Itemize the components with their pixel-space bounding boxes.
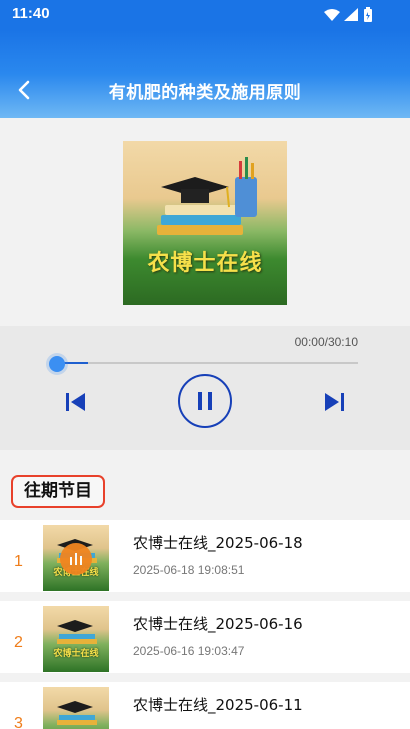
next-icon (325, 393, 344, 411)
previous-icon (66, 393, 85, 411)
episode-title: 农博士在线_2025-06-16 (133, 615, 303, 633)
signal-icon (344, 8, 358, 21)
equalizer-icon (70, 553, 82, 565)
status-time: 11:40 (12, 5, 50, 22)
episode-number: 2 (14, 634, 23, 651)
progress-track[interactable] (56, 362, 358, 364)
previous-button[interactable] (60, 386, 92, 418)
progress-thumb[interactable] (49, 356, 65, 372)
pause-button[interactable] (178, 374, 232, 428)
list-item[interactable]: 1 农博士在线 农博士在线_2025-06-18 2025-06-18 19:0… (0, 520, 410, 592)
cover-area: 农博士在线 (0, 118, 410, 326)
episode-title: 农博士在线_2025-06-11 (133, 696, 303, 714)
episode-thumbnail: 农博士在线 (43, 606, 109, 672)
episode-thumbnail: 农博士在线 (43, 525, 109, 591)
album-cover: 农博士在线 (123, 141, 287, 305)
episode-list: 往期节目 1 农博士在线 农博士在线_2025-06-18 2025-06-18… (0, 465, 410, 729)
time-display: 00:00/30:10 (294, 335, 358, 349)
wifi-icon (324, 9, 340, 21)
pause-icon (198, 392, 212, 410)
player: 00:00/30:10 (0, 326, 410, 450)
episode-title: 农博士在线_2025-06-18 (133, 534, 303, 552)
list-item[interactable]: 3 农博士在线_2025-06-11 (0, 682, 410, 729)
thumbnail-title: 农博士在线 (53, 649, 99, 659)
status-bar: 11:40 (0, 0, 410, 30)
battery-icon (364, 7, 372, 22)
episode-number: 1 (14, 553, 23, 570)
playing-badge (60, 543, 92, 575)
episode-date: 2025-06-16 19:03:47 (133, 644, 245, 658)
page-title: 有机肥的种类及施用原则 (108, 83, 302, 103)
header: 有机肥的种类及施用原则 (0, 30, 410, 118)
cover-illustration (157, 157, 257, 235)
episode-date: 2025-06-18 19:08:51 (133, 563, 245, 577)
section-title: 往期节目 (11, 475, 105, 508)
status-icons (324, 7, 372, 22)
episode-thumbnail (43, 687, 109, 729)
next-button[interactable] (318, 386, 350, 418)
cover-title: 农博士在线 (147, 250, 263, 276)
list-item[interactable]: 2 农博士在线 农博士在线_2025-06-16 2025-06-16 19:0… (0, 601, 410, 673)
episode-number: 3 (14, 715, 23, 729)
